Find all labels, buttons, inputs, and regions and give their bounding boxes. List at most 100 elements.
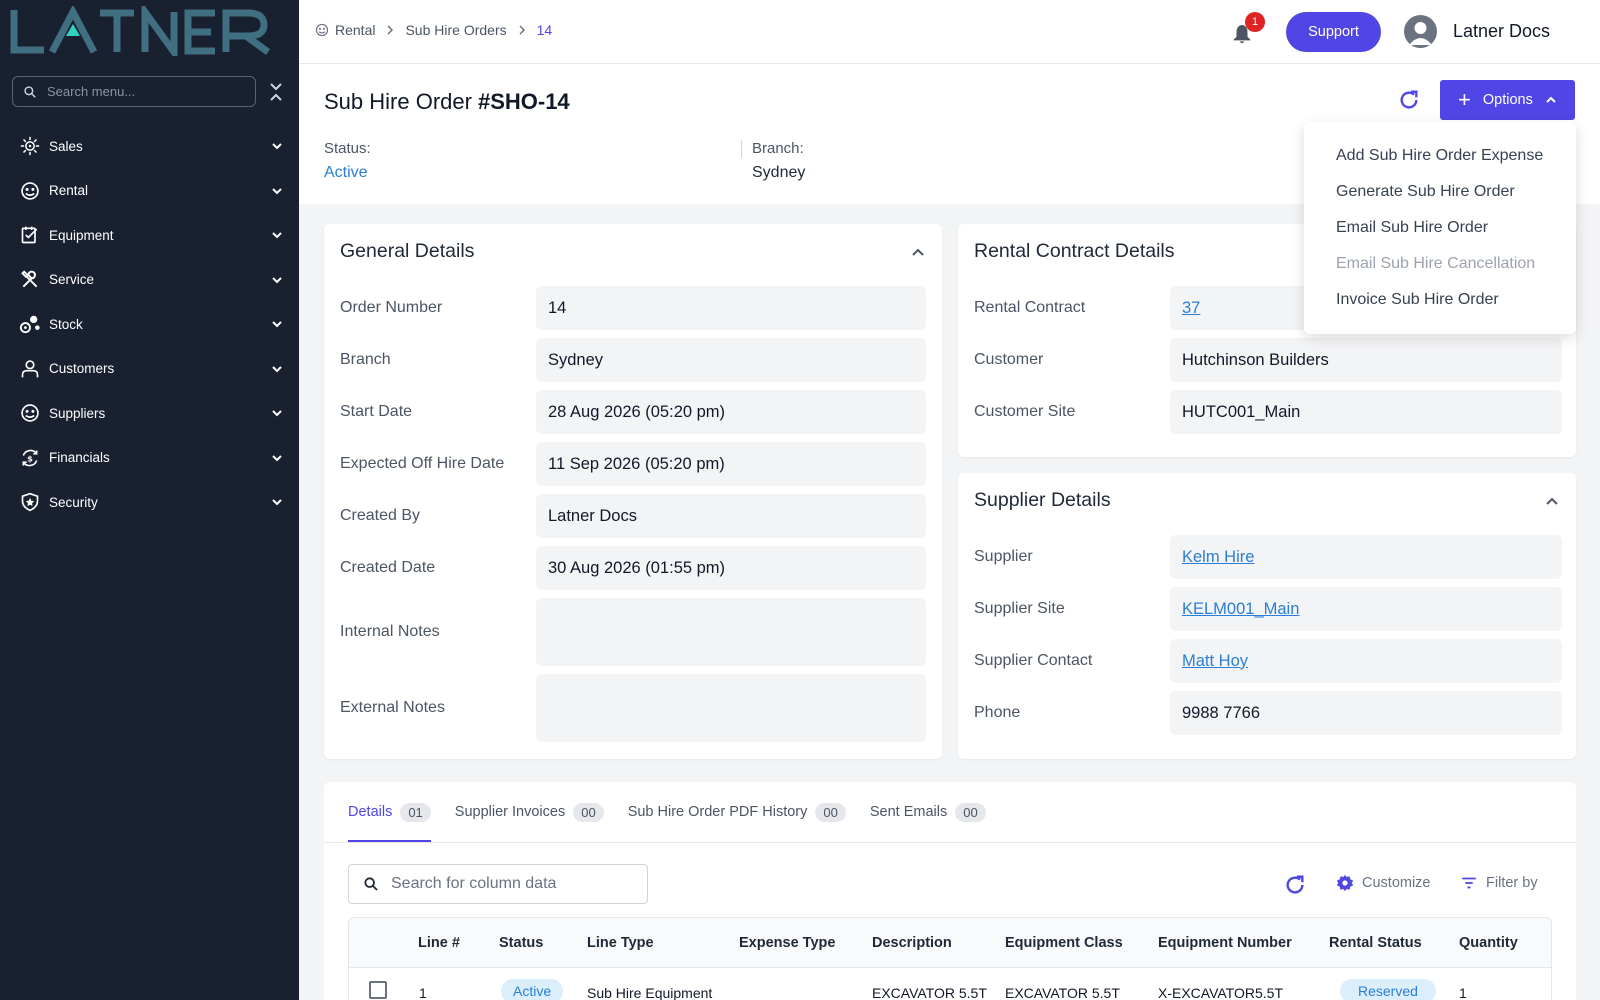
chevron-up-icon[interactable] — [1544, 493, 1560, 509]
sidebar-item-financials[interactable]: $ Financials — [0, 436, 299, 481]
chevron-up-icon — [1546, 96, 1556, 103]
card-title: Supplier Details — [974, 489, 1111, 511]
column-header[interactable]: Line # — [418, 935, 460, 951]
breadcrumb-rental[interactable]: Rental — [335, 22, 375, 38]
search-icon — [364, 877, 378, 891]
user-name[interactable]: Latner Docs — [1453, 21, 1550, 42]
column-header[interactable]: Status — [499, 935, 543, 951]
column-header[interactable]: Description — [872, 935, 952, 951]
chevron-up-icon[interactable] — [910, 244, 926, 260]
menu-item-email[interactable]: Email Sub Hire Order — [1336, 219, 1488, 237]
menu-item-invoice[interactable]: Invoice Sub Hire Order — [1336, 291, 1499, 309]
sidebar-item-label: Service — [49, 272, 95, 288]
field-value: 28 Aug 2026 (05:20 pm) — [536, 390, 926, 434]
sidebar-item-label: Customers — [49, 361, 115, 377]
sidebar-item-stock[interactable]: Stock — [0, 302, 299, 347]
field-supplier-site: Supplier Site KELM001_Main — [974, 587, 1562, 631]
support-button[interactable]: Support — [1286, 12, 1381, 52]
equipment-icon — [19, 224, 41, 246]
field-value: 9988 7766 — [1170, 691, 1562, 735]
field-label: Expected Off Hire Date — [340, 455, 505, 472]
field-customer-site: Customer Site HUTC001_Main — [974, 390, 1562, 434]
rental-contract-link[interactable]: 37 — [1182, 299, 1200, 318]
row-checkbox[interactable] — [369, 981, 387, 999]
notification-badge: 1 — [1245, 12, 1265, 32]
field-supplier: Supplier Kelm Hire — [974, 535, 1562, 579]
field-label: Branch — [340, 351, 391, 368]
field-label: Phone — [974, 704, 1021, 721]
field-label: External Notes — [340, 699, 445, 716]
supplier-details-card: Supplier Details Supplier Kelm Hire Suppl… — [958, 473, 1576, 759]
sidebar-item-label: Sales — [49, 138, 83, 154]
column-header[interactable]: Line Type — [587, 935, 654, 951]
rental-icon — [315, 23, 329, 37]
sidebar-item-service[interactable]: Service — [0, 258, 299, 303]
sidebar: Sales Rental Equipment Service Stock Cus… — [0, 0, 299, 1000]
card-title: General Details — [340, 240, 475, 262]
breadcrumb: Rental Sub Hire Orders 14 — [315, 22, 552, 38]
sidebar-item-equipment[interactable]: Equipment — [0, 213, 299, 258]
plus-icon: + — [1458, 87, 1471, 112]
menu-search-input[interactable] — [47, 84, 237, 99]
tab-details[interactable]: Details 01 — [348, 782, 431, 842]
cell-line: 1 — [419, 985, 427, 1000]
column-header[interactable]: Equipment Class — [1005, 935, 1123, 951]
sidebar-item-sales[interactable]: Sales — [0, 124, 299, 169]
breadcrumb-sub-hire-orders[interactable]: Sub Hire Orders — [405, 22, 506, 38]
top-bar: Rental Sub Hire Orders 14 1 Support Latn… — [299, 0, 1600, 64]
column-header[interactable]: Rental Status — [1329, 935, 1422, 951]
status-value: Active — [324, 164, 368, 181]
tab-label: Sent Emails — [869, 804, 948, 820]
field-label: Start Date — [340, 403, 413, 420]
chevron-down-icon — [272, 499, 282, 506]
options-button[interactable]: + Options — [1440, 80, 1575, 120]
tab-supplier-invoices[interactable]: Supplier Invoices 00 — [455, 782, 604, 842]
avatar[interactable] — [1404, 15, 1437, 48]
customize-label: Customize — [1362, 875, 1431, 891]
sidebar-item-suppliers[interactable]: Suppliers — [0, 391, 299, 436]
supplier-contact-link[interactable]: Matt Hoy — [1182, 652, 1248, 671]
supplier-link[interactable]: Kelm Hire — [1182, 548, 1254, 567]
sidebar-item-security[interactable]: Security — [0, 480, 299, 525]
sidebar-nav: Sales Rental Equipment Service Stock Cus… — [0, 124, 299, 525]
sidebar-item-label: Stock — [49, 316, 83, 332]
service-icon — [19, 269, 41, 291]
field-start-date: Start Date 28 Aug 2026 (05:20 pm) — [340, 390, 926, 434]
tab-label: Sub Hire Order PDF History — [627, 804, 808, 820]
sidebar-item-rental[interactable]: Rental — [0, 169, 299, 214]
rental-status-badge: Reserved — [1340, 979, 1436, 1000]
collapse-icon[interactable] — [268, 82, 284, 102]
field-label: Customer Site — [974, 403, 1076, 420]
table-search-input[interactable] — [391, 875, 641, 893]
customize-button[interactable]: Customize — [1336, 874, 1431, 892]
sidebar-item-label: Security — [49, 494, 98, 510]
sidebar-item-customers[interactable]: Customers — [0, 347, 299, 392]
chevron-down-icon — [272, 187, 282, 194]
tab-pdf-history[interactable]: Sub Hire Order PDF History 00 — [628, 782, 846, 842]
refresh-icon[interactable] — [1398, 89, 1420, 111]
column-header[interactable]: Expense Type — [739, 935, 835, 951]
field-phone: Phone 9988 7766 — [974, 691, 1562, 735]
rental-icon — [19, 180, 41, 202]
menu-item-generate[interactable]: Generate Sub Hire Order — [1336, 183, 1515, 201]
column-header[interactable]: Equipment Number — [1158, 935, 1292, 951]
menu-item-email-cancellation: Email Sub Hire Cancellation — [1336, 255, 1536, 272]
filter-button[interactable]: Filter by — [1460, 874, 1538, 892]
tab-label: Supplier Invoices — [454, 804, 566, 820]
sidebar-item-label: Equipment — [49, 227, 114, 243]
latner-logo[interactable] — [8, 6, 284, 56]
internal-notes-value — [536, 598, 926, 666]
menu-item-add-expense[interactable]: Add Sub Hire Order Expense — [1336, 147, 1543, 165]
column-header[interactable]: Quantity — [1459, 935, 1518, 951]
menu-search-box[interactable] — [12, 76, 256, 107]
cell-description: EXCAVATOR 5.5T — [872, 985, 987, 1000]
field-branch: Branch Sydney — [340, 338, 926, 382]
refresh-icon[interactable] — [1284, 874, 1306, 896]
table-search-box[interactable] — [348, 864, 648, 904]
tab-sent-emails[interactable]: Sent Emails 00 — [870, 782, 986, 842]
field-label: Supplier Site — [974, 600, 1065, 617]
supplier-site-link[interactable]: KELM001_Main — [1182, 600, 1299, 619]
field-value: Latner Docs — [536, 494, 926, 538]
suppliers-icon — [19, 402, 41, 424]
page-title: Sub Hire Order #SHO-14 — [324, 89, 570, 115]
